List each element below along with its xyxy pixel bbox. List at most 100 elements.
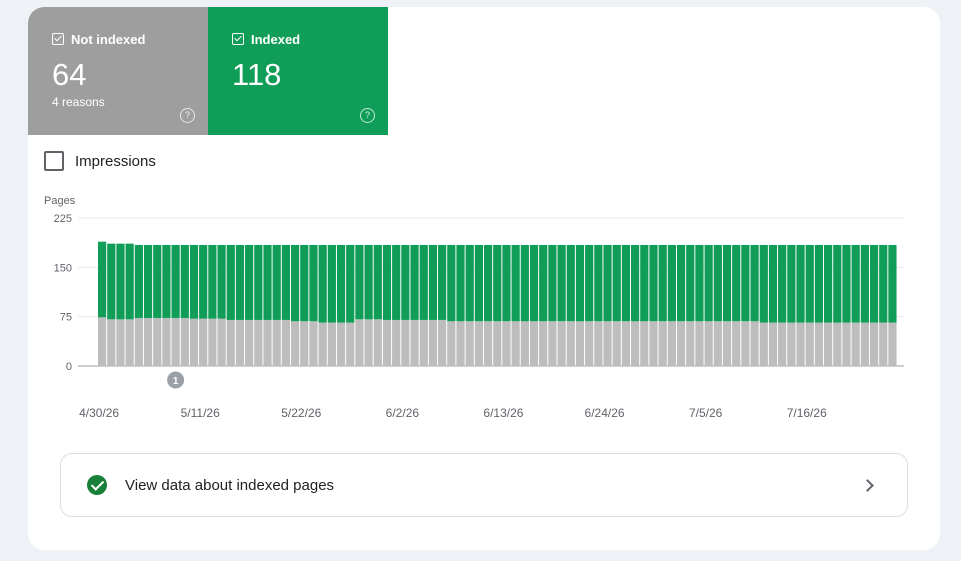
- bar-indexed: [125, 243, 134, 320]
- bar-not-indexed: [235, 319, 245, 366]
- bar-indexed: [465, 244, 474, 322]
- y-tick-label: 0: [66, 361, 72, 373]
- bar-indexed: [364, 244, 373, 320]
- bar-indexed: [263, 244, 272, 320]
- not-indexed-tile[interactable]: Not indexed 64 4 reasons ?: [28, 7, 208, 135]
- pages-chart: 225 150 75 0 4/30/26 5/11/26 5/22/26 6/2/26 6/13…: [54, 213, 904, 420]
- bar-not-indexed: [336, 322, 346, 366]
- bar-indexed: [621, 244, 631, 322]
- bar-indexed: [290, 244, 300, 322]
- bar-not-indexed: [557, 321, 566, 366]
- bar-indexed: [594, 244, 603, 322]
- bar-not-indexed: [364, 319, 373, 366]
- bar-indexed: [272, 244, 281, 320]
- bar-not-indexed: [585, 321, 594, 366]
- bar-indexed: [392, 244, 401, 320]
- impressions-toggle[interactable]: Impressions: [44, 151, 156, 171]
- bar-indexed: [640, 244, 649, 322]
- indexed-label: Indexed: [251, 31, 301, 47]
- bar-not-indexed: [245, 319, 254, 366]
- bar-not-indexed: [327, 322, 336, 366]
- help-icon[interactable]: ?: [360, 108, 375, 123]
- view-indexed-pages-link[interactable]: View data about indexed pages: [60, 453, 908, 517]
- bar-not-indexed: [199, 318, 208, 366]
- bar-not-indexed: [778, 322, 787, 366]
- bar-indexed: [502, 244, 511, 322]
- bar-not-indexed: [143, 317, 153, 366]
- bar-not-indexed: [134, 317, 143, 366]
- x-tick-label: 7/16/26: [787, 406, 827, 420]
- bar-indexed: [98, 241, 107, 318]
- bar-indexed: [235, 244, 245, 320]
- bar-indexed: [318, 244, 327, 323]
- bar-not-indexed: [98, 317, 107, 366]
- bar-indexed: [382, 244, 392, 320]
- bar-indexed: [162, 244, 171, 318]
- bar-not-indexed: [189, 318, 199, 366]
- bar-indexed: [447, 244, 456, 322]
- checkbox-checked-icon[interactable]: [52, 33, 64, 45]
- bar-indexed: [134, 244, 143, 318]
- bar-not-indexed: [759, 322, 768, 366]
- checkbox-checked-icon[interactable]: [232, 33, 244, 45]
- bar-indexed: [851, 244, 860, 323]
- bar-not-indexed: [741, 321, 750, 366]
- bar-indexed: [419, 244, 428, 320]
- bar-not-indexed: [382, 319, 392, 366]
- bar-indexed: [676, 244, 686, 322]
- bar-indexed: [778, 244, 787, 323]
- bar-indexed: [438, 244, 447, 320]
- not-indexed-reasons: 4 reasons: [52, 95, 105, 109]
- bar-indexed: [327, 244, 336, 323]
- bar-indexed: [879, 244, 888, 323]
- bar-not-indexed: [107, 319, 116, 366]
- bar-not-indexed: [153, 317, 162, 366]
- y-axis-label: Pages: [44, 195, 76, 207]
- bar-indexed: [226, 244, 235, 320]
- bar-indexed: [814, 244, 824, 323]
- bar-indexed: [824, 244, 833, 323]
- bar-indexed: [575, 244, 585, 322]
- bar-indexed: [686, 244, 695, 322]
- help-icon[interactable]: ?: [180, 108, 195, 123]
- bar-not-indexed: [824, 322, 833, 366]
- view-indexed-pages-label: View data about indexed pages: [125, 476, 335, 494]
- bar-indexed: [750, 244, 759, 322]
- bar-indexed: [529, 244, 539, 322]
- bar-indexed: [208, 244, 217, 319]
- checkbox-unchecked-icon[interactable]: [44, 151, 64, 171]
- bar-not-indexed: [805, 322, 814, 366]
- bar-not-indexed: [465, 321, 474, 366]
- bar-indexed: [566, 244, 575, 322]
- bar-not-indexed: [355, 319, 364, 366]
- bar-indexed: [493, 244, 502, 322]
- bar-not-indexed: [686, 321, 695, 366]
- bar-not-indexed: [640, 321, 649, 366]
- bar-indexed: [741, 244, 750, 322]
- impressions-label: Impressions: [75, 152, 156, 170]
- bar-indexed: [180, 244, 189, 318]
- bar-indexed: [732, 244, 741, 322]
- bar-indexed: [336, 244, 346, 323]
- bar-not-indexed: [612, 321, 621, 366]
- bar-indexed: [759, 244, 768, 323]
- bar-indexed: [281, 244, 290, 320]
- bar-indexed: [603, 244, 612, 322]
- bar-not-indexed: [520, 321, 529, 366]
- bar-not-indexed: [281, 319, 290, 366]
- indexed-tile[interactable]: Indexed 118 ?: [208, 7, 388, 135]
- bar-not-indexed: [649, 321, 658, 366]
- annotation-label: 1: [173, 376, 179, 387]
- bar-indexed: [511, 244, 520, 322]
- bar-not-indexed: [263, 319, 272, 366]
- bar-indexed: [346, 244, 355, 323]
- bar-indexed: [713, 244, 722, 322]
- bar-not-indexed: [796, 322, 805, 366]
- bar-indexed: [695, 244, 704, 322]
- bar-not-indexed: [879, 322, 888, 366]
- bar-not-indexed: [722, 321, 732, 366]
- bar-not-indexed: [511, 321, 520, 366]
- bar-indexed: [860, 244, 869, 323]
- bar-indexed: [888, 244, 897, 323]
- bar-indexed: [548, 244, 557, 322]
